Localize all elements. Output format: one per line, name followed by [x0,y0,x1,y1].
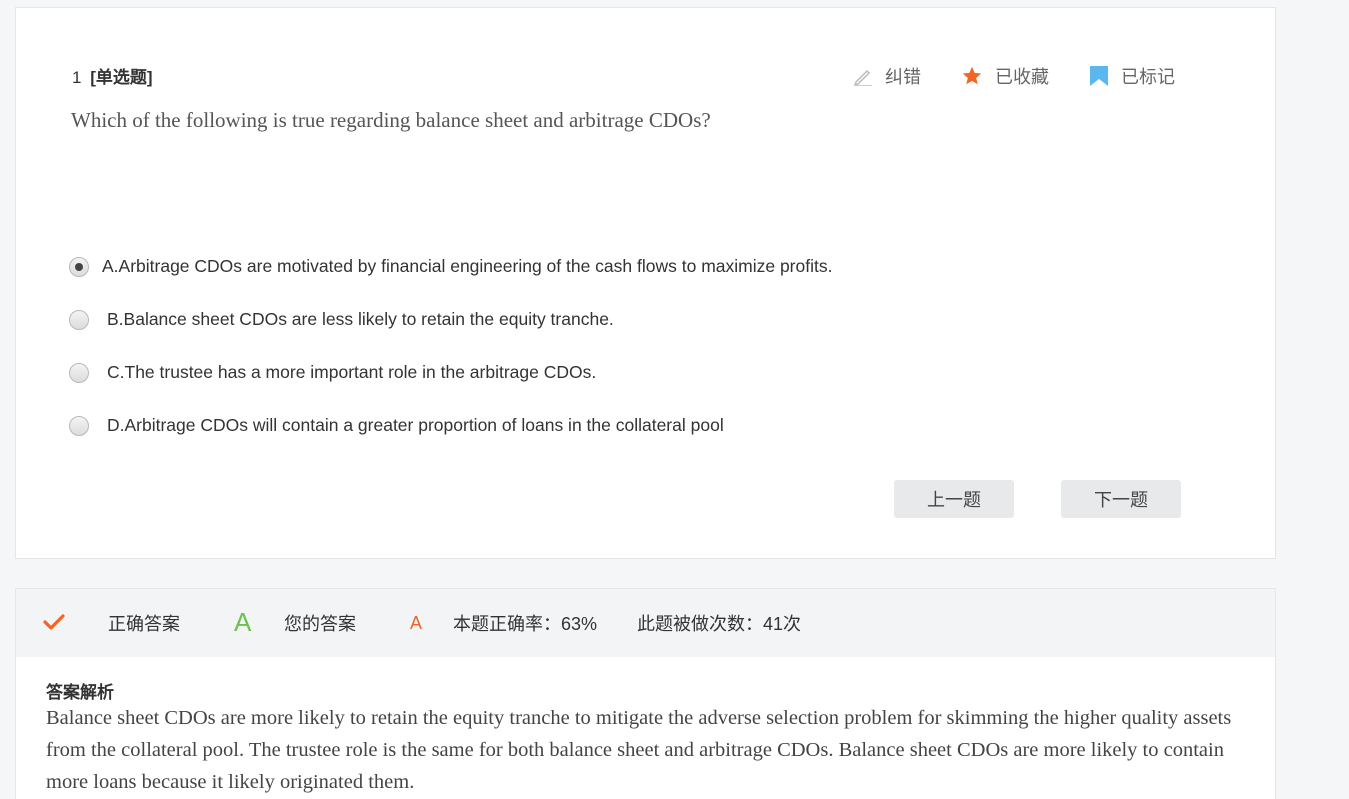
prev-question-button[interactable]: 上一题 [894,480,1014,518]
answer-summary-bar: 正确答案 A 您的答案 A 本题正确率：63% 此题被做次数：41次 [16,589,1275,657]
your-answer-value: A [410,612,423,633]
correct-answer-label: 正确答案 [108,614,180,634]
favorite-button[interactable]: 已收藏 [961,63,1049,89]
option-b[interactable]: B.Balance sheet CDOs are less likely to … [69,309,614,330]
bookmark-icon [1090,66,1108,86]
explanation-title: 答案解析 [46,683,114,702]
question-card: 1 [单选题] 纠错 已收藏 已标记 Which of the followin… [15,7,1276,559]
option-d-radio[interactable] [69,415,89,436]
option-a-label: A.Arbitrage CDOs are motivated by financ… [102,256,833,276]
option-b-label: B.Balance sheet CDOs are less likely to … [107,309,614,329]
option-c-radio[interactable] [69,362,89,383]
mark-label: 已标记 [1121,67,1175,87]
option-a[interactable]: A.Arbitrage CDOs are motivated by financ… [69,256,832,277]
option-b-radio[interactable] [69,309,89,330]
question-stem: Which of the following is true regarding… [71,108,711,132]
pencil-icon [853,69,872,86]
option-d[interactable]: D.Arbitrage CDOs will contain a greater … [69,415,724,436]
mark-button[interactable]: 已标记 [1089,63,1175,89]
favorite-label: 已收藏 [995,67,1049,87]
question-type: [单选题] [90,68,153,87]
option-d-label: D.Arbitrage CDOs will contain a greater … [107,415,724,435]
question-number: 1 [72,68,82,87]
report-error-label: 纠错 [885,67,921,87]
option-a-radio[interactable] [69,256,89,277]
correct-answer-value: A [234,607,252,637]
option-c-label: C.The trustee has a more important role … [107,362,597,382]
star-icon [962,66,982,85]
answer-panel: 正确答案 A 您的答案 A 本题正确率：63% 此题被做次数：41次 答案解析 … [15,588,1276,799]
accuracy-rate: 本题正确率：63% [453,614,598,634]
explanation-text: Balance sheet CDOs are more likely to re… [46,707,1232,793]
report-error-button[interactable]: 纠错 [853,63,921,89]
question-header: 1 [单选题] [72,63,153,88]
option-c[interactable]: C.The trustee has a more important role … [69,362,596,383]
next-question-button[interactable]: 下一题 [1061,480,1181,518]
check-icon [43,614,65,630]
your-answer-label: 您的答案 [284,614,356,634]
attempt-count: 此题被做次数：41次 [637,614,802,634]
question-actions: 纠错 已收藏 已标记 [853,63,1175,89]
